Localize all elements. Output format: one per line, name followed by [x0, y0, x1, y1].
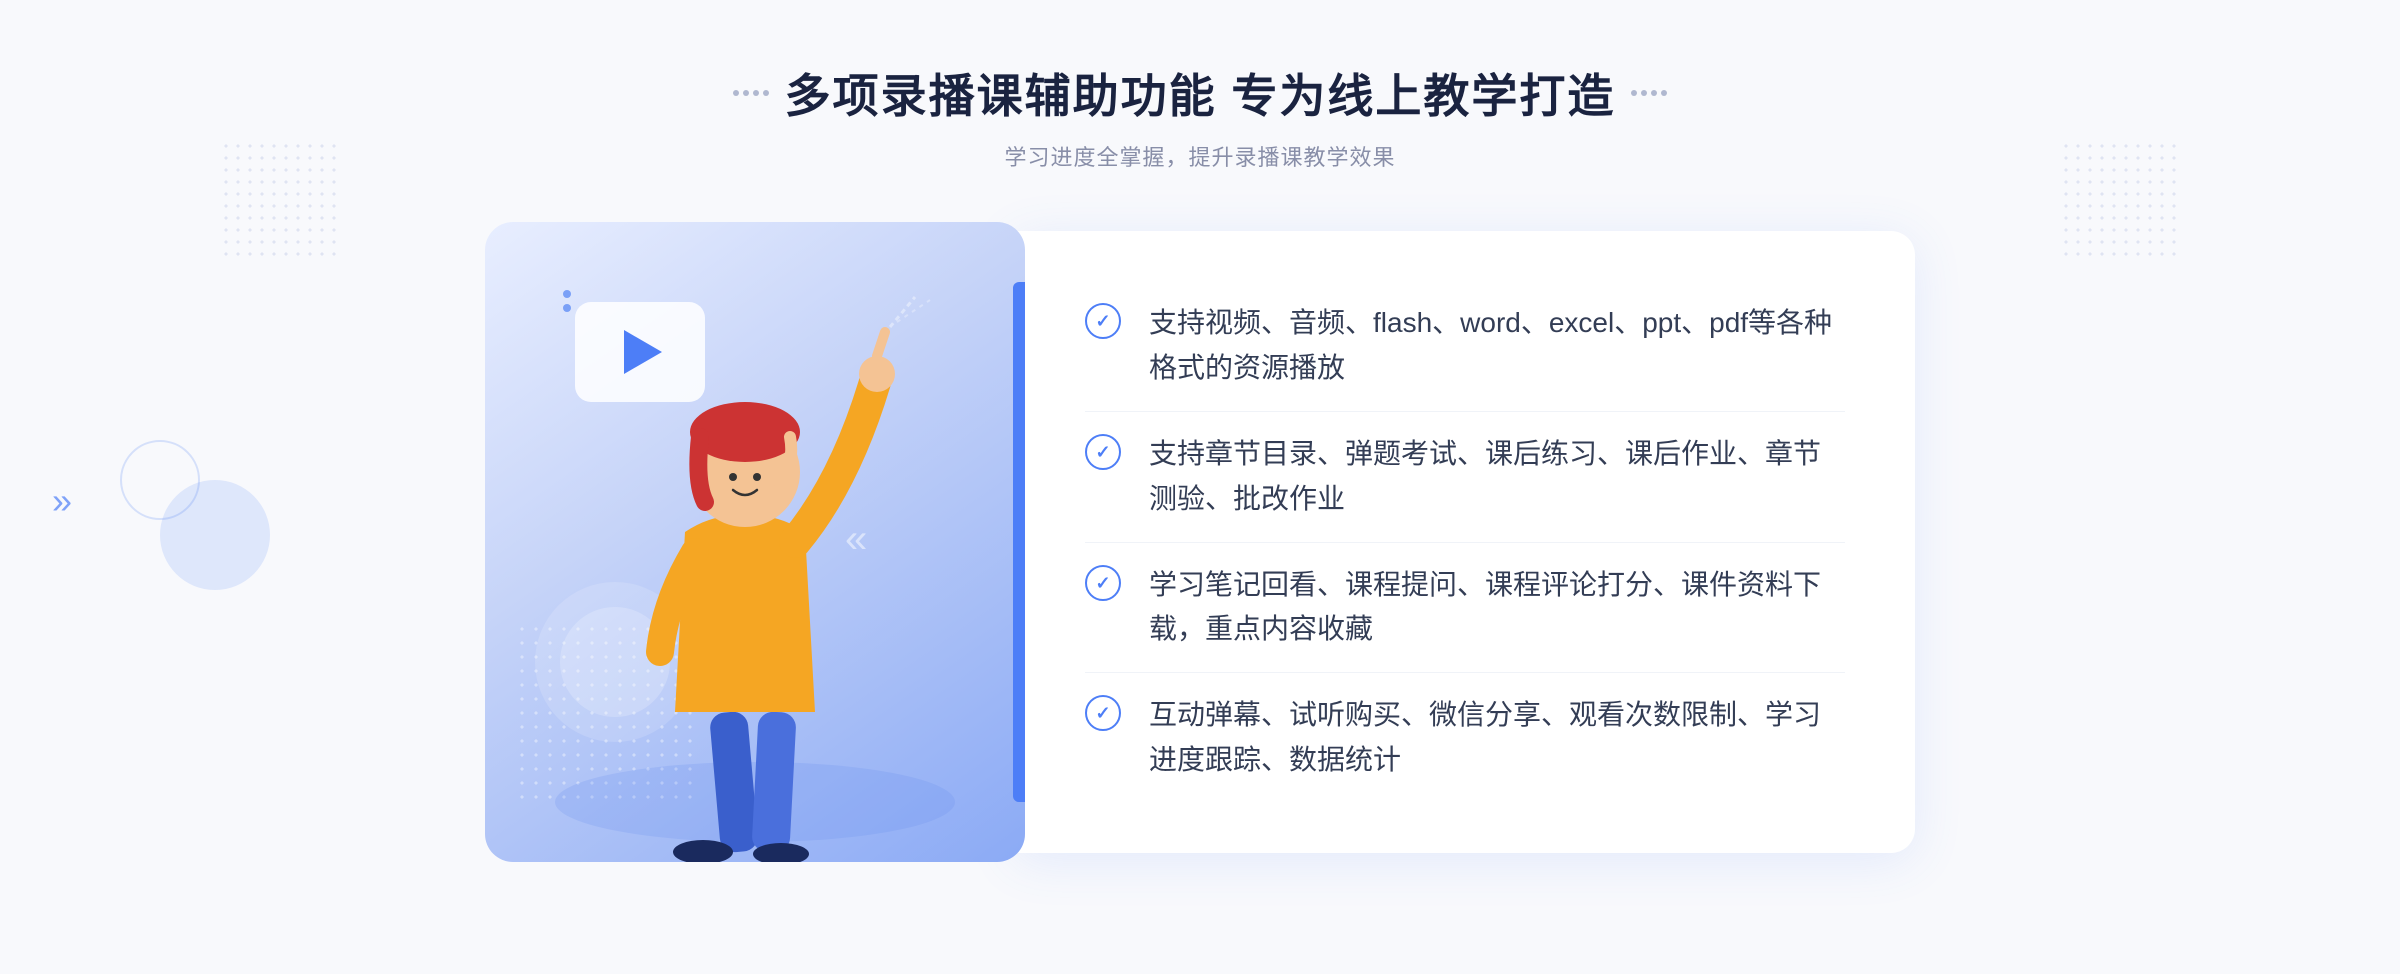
check-mark: ✓ — [1095, 312, 1110, 330]
header-dot — [1631, 90, 1637, 96]
header-dots-left — [733, 90, 769, 96]
content-panel: ✓ 支持视频、音频、flash、word、excel、ppt、pdf等各种格式的… — [1015, 231, 1915, 852]
feature-item-1: ✓ 支持视频、音频、flash、word、excel、ppt、pdf等各种格式的… — [1085, 281, 1845, 412]
check-icon-2: ✓ — [1085, 434, 1121, 470]
deco-circle-outline — [120, 440, 200, 520]
header-section: 多项录播课辅助功能 专为线上教学打造 学习进度全掌握，提升录播课教学效果 — [733, 60, 1668, 172]
feature-item-3: ✓ 学习笔记回看、课程提问、课程评论打分、课件资料下载，重点内容收藏 — [1085, 543, 1845, 674]
feature-item-2: ✓ 支持章节目录、弹题考试、课后练习、课后作业、章节测验、批改作业 — [1085, 412, 1845, 543]
header-dot — [1661, 90, 1667, 96]
check-icon-4: ✓ — [1085, 695, 1121, 731]
title-row: 多项录播课辅助功能 专为线上教学打造 — [733, 60, 1668, 126]
check-icon-3: ✓ — [1085, 565, 1121, 601]
check-icon-1: ✓ — [1085, 303, 1121, 339]
header-dot — [753, 90, 759, 96]
person-illustration: « — [485, 222, 1025, 862]
chevron-left-decoration: » — [52, 480, 72, 522]
header-dots-right — [1631, 90, 1667, 96]
check-mark: ✓ — [1095, 704, 1110, 722]
feature-text-1: 支持视频、音频、flash、word、excel、ppt、pdf等各种格式的资源… — [1149, 301, 1845, 391]
svg-text:«: « — [845, 517, 867, 561]
check-mark: ✓ — [1095, 574, 1110, 592]
page-subtitle: 学习进度全掌握，提升录播课教学效果 — [733, 140, 1668, 172]
check-mark: ✓ — [1095, 443, 1110, 461]
main-content: « — [400, 222, 2000, 862]
feature-text-4: 互动弹幕、试听购买、微信分享、观看次数限制、学习进度跟踪、数据统计 — [1149, 693, 1845, 783]
header-dot — [733, 90, 739, 96]
feature-text-2: 支持章节目录、弹题考试、课后练习、课后作业、章节测验、批改作业 — [1149, 432, 1845, 522]
dot-pattern-top-right — [2060, 140, 2180, 260]
page-container: » 多项录播课辅助功能 专为线上教学打造 学习进度全掌握，提升录播课教学效果 — [0, 0, 2400, 974]
header-dot — [1641, 90, 1647, 96]
feature-text-3: 学习笔记回看、课程提问、课程评论打分、课件资料下载，重点内容收藏 — [1149, 563, 1845, 653]
illustration-card: « — [485, 222, 1025, 862]
header-dot — [1651, 90, 1657, 96]
dot-pattern-top-left — [220, 140, 340, 260]
header-dot — [763, 90, 769, 96]
feature-item-4: ✓ 互动弹幕、试听购买、微信分享、观看次数限制、学习进度跟踪、数据统计 — [1085, 673, 1845, 803]
page-title: 多项录播课辅助功能 专为线上教学打造 — [785, 60, 1616, 126]
header-dot — [743, 90, 749, 96]
